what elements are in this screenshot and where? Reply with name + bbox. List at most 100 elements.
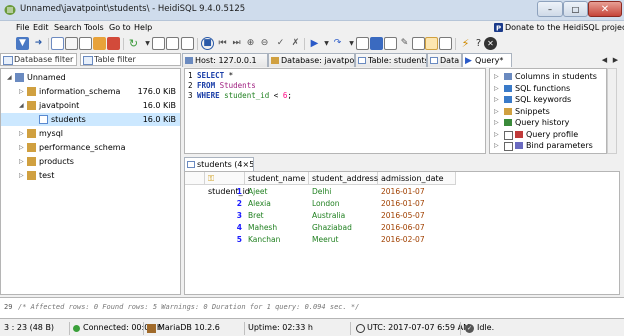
table-row[interactable]: 1 Ajeet Delhi 2016-01-07 [185, 186, 619, 198]
menu-help[interactable]: Help [134, 23, 152, 32]
tree-item[interactable]: ▷ information_schema 176.0 KiB [1, 85, 180, 98]
replace-button[interactable] [439, 37, 452, 50]
expand-arrow-icon[interactable]: ▷ [494, 117, 499, 128]
table-cell[interactable]: 1 [208, 186, 242, 197]
table-filter-input[interactable]: Table filter [80, 53, 181, 66]
import-button[interactable] [166, 37, 179, 50]
exit-button[interactable]: ✕ [484, 37, 497, 50]
column-header[interactable]: ⚿student_id [205, 172, 250, 196]
tab-data[interactable]: Data [427, 53, 462, 67]
menu-goto[interactable]: Go to [109, 23, 131, 32]
post-button[interactable]: ✓ [274, 37, 287, 50]
tree-item[interactable]: ▷ performance_schema [1, 141, 180, 154]
tree-item[interactable]: ▷ products [1, 155, 180, 168]
column-header[interactable]: student_name [245, 172, 309, 185]
tab-scroll-buttons[interactable]: ◀ ▶ [599, 53, 621, 67]
table-cell[interactable]: 2016-01-07 [381, 198, 425, 209]
expand-arrow-icon[interactable]: ▷ [19, 141, 24, 154]
expand-arrow-icon[interactable]: ▷ [494, 106, 499, 117]
expand-arrow-icon[interactable]: ▷ [494, 129, 499, 140]
helper-checkbox[interactable] [504, 130, 513, 140]
tree-item[interactable]: ◢ javatpoint 16.0 KiB [1, 99, 180, 112]
table-cell[interactable]: 4 [208, 222, 242, 233]
sql-export-button[interactable] [152, 37, 165, 50]
stop-button[interactable]: ■ [201, 37, 214, 50]
tab-result-students[interactable]: students (4×5) [184, 157, 254, 171]
table-cell[interactable]: Delhi [312, 186, 331, 197]
menu-file[interactable]: File [16, 23, 29, 32]
collapse-arrow-icon[interactable]: ◢ [7, 71, 12, 84]
tree-item[interactable]: students 16.0 KiB [1, 113, 180, 126]
table-cell[interactable]: 5 [208, 234, 242, 245]
refresh-button[interactable]: ↻ [127, 37, 140, 50]
copy-button[interactable] [65, 37, 78, 50]
expand-arrow-icon[interactable]: ▷ [19, 127, 24, 140]
expand-arrow-icon[interactable]: ▷ [494, 140, 499, 151]
table-row[interactable]: 5 Kanchan Meerut 2016-02-07 [185, 234, 619, 246]
table-row[interactable]: 4 Mahesh Ghaziabad 2016-06-07 [185, 222, 619, 234]
database-filter-input[interactable]: Database filter [0, 53, 77, 66]
tree-item[interactable]: ▷ mysql [1, 127, 180, 140]
table-cell[interactable]: 2016-05-07 [381, 210, 425, 221]
export-button[interactable] [93, 37, 106, 50]
maximize-button[interactable]: □ [563, 1, 588, 17]
table-cell[interactable]: London [312, 198, 340, 209]
collapse-arrow-icon[interactable]: ◢ [19, 99, 24, 112]
table-row[interactable]: 3 Bret Australia 2016-05-07 [185, 210, 619, 222]
tab-database[interactable]: Database: javatpoint [268, 53, 355, 67]
expand-arrow-icon[interactable]: ▷ [19, 85, 24, 98]
table-cell[interactable]: 3 [208, 210, 242, 221]
delete-button[interactable] [107, 37, 120, 50]
table-cell[interactable]: 2 [208, 198, 242, 209]
table-cell[interactable]: Meerut [312, 234, 338, 245]
expand-arrow-icon[interactable]: ▷ [494, 94, 499, 105]
close-button[interactable]: ✕ [588, 1, 622, 17]
toggle-wrap-button[interactable] [425, 37, 438, 50]
paste-button[interactable] [79, 37, 92, 50]
explain-button[interactable]: ↷ [331, 37, 344, 50]
tab-scroll-left-icon[interactable]: ◀ [602, 56, 607, 64]
first-record-button[interactable]: ⏮ [216, 37, 229, 50]
load-sql-button[interactable] [356, 37, 369, 50]
table-cell[interactable]: Bret [248, 210, 264, 221]
tab-query[interactable]: ▶ Query* [462, 53, 512, 67]
last-record-button[interactable]: ⏭ [230, 37, 243, 50]
sql-editor[interactable]: 1 SELECT * 2 FROM Students 3 WHERE stude… [184, 68, 486, 154]
format-button[interactable]: ✎ [398, 37, 411, 50]
connect-button[interactable]: ➜ [32, 37, 45, 50]
save-snippet-button[interactable] [384, 37, 397, 50]
help-button[interactable]: ⚡ [459, 37, 472, 50]
expand-arrow-icon[interactable]: ▷ [19, 169, 24, 182]
session-manager-button[interactable]: ▼ [16, 37, 29, 50]
helper-checkbox[interactable] [504, 142, 513, 151]
result-grid[interactable]: ⚿student_id student_name student_address ad… [184, 171, 620, 295]
delete-row-button[interactable]: ⊖ [258, 37, 271, 50]
minimize-button[interactable]: – [537, 1, 563, 17]
bulk-table-editor-button[interactable] [181, 37, 194, 50]
disconnect-button[interactable] [51, 37, 64, 50]
tree-item[interactable]: ▷ test [1, 169, 180, 182]
table-row[interactable]: 2 Alexia London 2016-01-07 [185, 198, 619, 210]
table-cell[interactable]: Kanchan [248, 234, 280, 245]
menu-search[interactable]: Search [54, 23, 81, 32]
tab-table[interactable]: Table: students [355, 53, 427, 67]
query-helpers-panel[interactable]: ▷ Columns in students ▷ SQL functions ▷ SQL k… [489, 68, 607, 154]
table-cell[interactable]: Ajeet [248, 186, 267, 197]
column-header[interactable]: student_address [309, 172, 378, 185]
expand-arrow-icon[interactable]: ▷ [494, 83, 499, 94]
expand-arrow-icon[interactable]: ▷ [494, 71, 499, 82]
table-cell[interactable]: 2016-06-07 [381, 222, 425, 233]
insert-row-button[interactable]: ⊕ [244, 37, 257, 50]
table-cell[interactable]: Australia [312, 210, 345, 221]
tab-host[interactable]: Host: 127.0.0.1 [182, 53, 268, 67]
find-button[interactable] [412, 37, 425, 50]
table-cell[interactable]: Ghaziabad [312, 222, 352, 233]
tab-scroll-right-icon[interactable]: ▶ [613, 56, 618, 64]
table-cell[interactable]: Mahesh [248, 222, 277, 233]
save-button[interactable] [370, 37, 383, 50]
donate-link[interactable]: Donate to the HeidiSQL project [505, 23, 624, 32]
database-tree[interactable]: ◢ Unnamed ▷ information_schema 176.0 KiB ◢ jav… [0, 68, 181, 295]
expand-arrow-icon[interactable]: ▷ [19, 155, 24, 168]
tree-item[interactable]: ◢ Unnamed [1, 71, 180, 84]
menu-edit[interactable]: Edit [33, 23, 49, 32]
